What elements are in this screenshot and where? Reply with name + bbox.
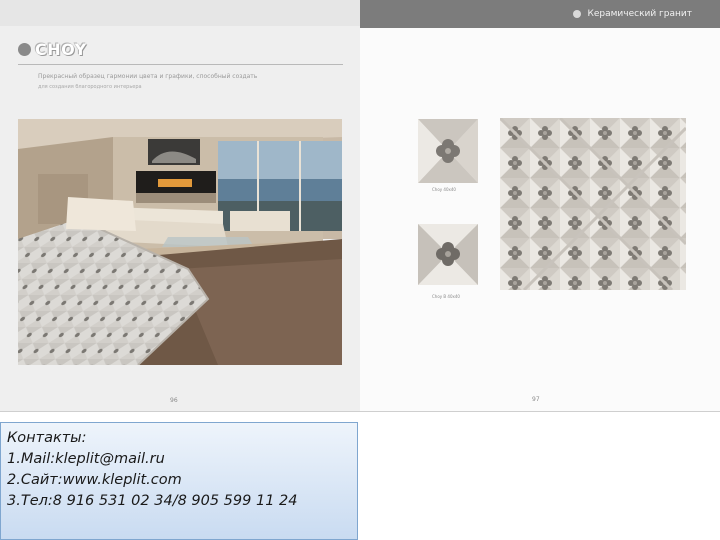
- contacts-box: Контакты: 1.Mail:kleplit@mail.ru 2.Сайт:…: [0, 422, 358, 540]
- contacts-heading: Контакты:: [7, 430, 87, 446]
- left-catalog-page: CHOY Прекрасный образец гармонии цвета и…: [0, 0, 360, 412]
- left-page-number: 96: [170, 397, 178, 404]
- tile-sample-a: [418, 119, 478, 183]
- tile-sample-b: [418, 224, 478, 285]
- right-header-band: Керамический гранит: [360, 0, 720, 28]
- category-label: Керамический гранит: [573, 9, 692, 19]
- tile-caption-a: Choy 40x40: [432, 187, 456, 192]
- contacts-mail[interactable]: 1.Mail:kleplit@mail.ru: [7, 449, 351, 470]
- brand-name: CHOY: [35, 40, 87, 59]
- page-bottom-divider: [0, 411, 720, 412]
- brand: CHOY: [18, 40, 87, 59]
- category-bullet-icon: [573, 10, 582, 18]
- right-catalog-page: Керамический гранит Choy 40x40 Choy B 40…: [360, 0, 720, 412]
- right-page-number: 97: [532, 396, 540, 403]
- category-text: Керамический гранит: [587, 9, 692, 19]
- living-room-photo: [18, 119, 342, 365]
- description-line-2: для создания благородного интерьера: [38, 84, 142, 90]
- contacts-phone: 3.Тел:8 916 531 02 34/8 905 599 11 24: [7, 493, 298, 509]
- tile-layout-preview: [500, 118, 686, 290]
- brand-bullet-icon: [18, 43, 31, 56]
- left-header-band: [0, 0, 360, 26]
- description-line-1: Прекрасный образец гармонии цвета и граф…: [38, 73, 258, 80]
- brand-divider: [18, 64, 343, 65]
- tile-caption-b: Choy B 40x40: [432, 294, 460, 299]
- contacts-site[interactable]: 2.Сайт:www.kleplit.com: [7, 470, 351, 491]
